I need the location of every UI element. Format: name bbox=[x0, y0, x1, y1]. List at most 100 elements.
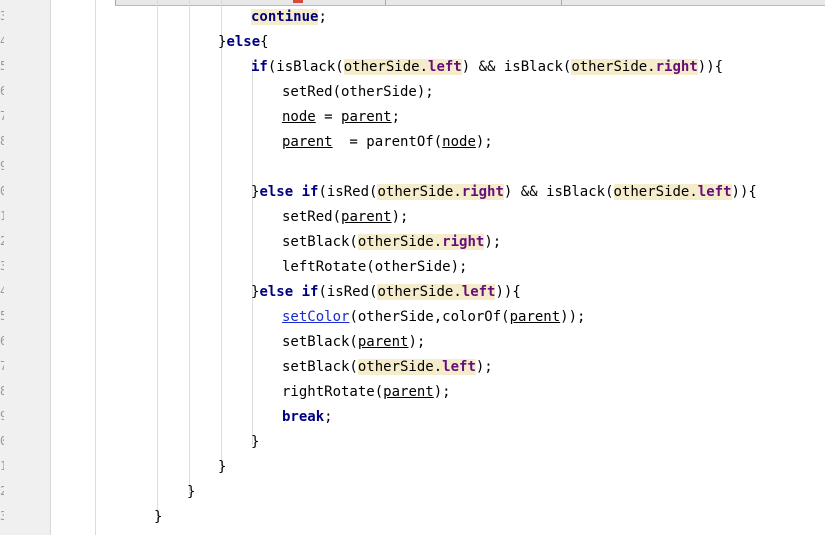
code-line[interactable]: setBlack(otherSide.right); bbox=[282, 232, 501, 252]
code-token: right bbox=[655, 59, 698, 75]
code-token: setRed(otherSide); bbox=[282, 84, 434, 100]
code-token: otherSide. bbox=[357, 359, 443, 375]
code-line[interactable]: node = parent; bbox=[282, 107, 400, 127]
line-number: 3 bbox=[0, 259, 4, 273]
code-token: otherSide. bbox=[613, 184, 698, 200]
code-token: ); bbox=[391, 209, 409, 225]
code-token: ; bbox=[391, 109, 401, 125]
code-token: left bbox=[697, 184, 732, 200]
code-token: ; bbox=[324, 409, 333, 425]
code-token: (isRed( bbox=[318, 284, 378, 300]
line-number: 2 bbox=[0, 234, 4, 248]
code-token: ); bbox=[475, 134, 493, 150]
code-token: setBlack( bbox=[282, 334, 358, 350]
code-token: setRed( bbox=[282, 209, 342, 225]
code-token: leftRotate(otherSide); bbox=[282, 259, 468, 275]
indent-guide bbox=[157, 0, 158, 520]
code-token: } bbox=[187, 484, 196, 500]
line-number: 8 bbox=[0, 134, 4, 148]
line-number: 0 bbox=[0, 434, 4, 448]
code-line[interactable]: setRed(otherSide); bbox=[282, 82, 434, 102]
line-number: 8 bbox=[0, 384, 4, 398]
line-number: 1 bbox=[0, 459, 4, 473]
code-line[interactable]: } bbox=[154, 507, 162, 527]
code-line[interactable]: break; bbox=[282, 407, 333, 427]
code-token: continue bbox=[251, 9, 319, 25]
indent-guide bbox=[221, 0, 222, 470]
code-token: setBlack( bbox=[282, 234, 358, 250]
code-token: otherSide. bbox=[571, 59, 656, 75]
code-token: (isBlack( bbox=[267, 59, 344, 75]
code-token: otherSide. bbox=[377, 284, 462, 300]
code-line[interactable]: } bbox=[187, 482, 195, 502]
code-token: ; bbox=[318, 9, 327, 25]
code-token: parent bbox=[383, 384, 434, 400]
code-token: )){ bbox=[731, 184, 757, 200]
line-number: 1 bbox=[0, 209, 4, 223]
code-editor[interactable]: continue;}else{if(isBlack(otherSide.left… bbox=[51, 0, 825, 535]
code-line[interactable]: setBlack(parent); bbox=[282, 332, 425, 352]
code-token: parent bbox=[509, 309, 561, 325]
code-token: parent bbox=[282, 134, 333, 150]
line-number: 5 bbox=[0, 59, 4, 73]
code-token: } bbox=[251, 434, 260, 450]
code-line[interactable]: rightRotate(parent); bbox=[282, 382, 451, 402]
code-token: node bbox=[282, 109, 316, 125]
code-token: left bbox=[428, 59, 462, 75]
line-number: 0 bbox=[0, 184, 4, 198]
code-token: else if bbox=[259, 284, 319, 300]
code-token: parent bbox=[341, 109, 392, 125]
indent-guide bbox=[95, 0, 96, 535]
code-token: setBlack( bbox=[282, 359, 358, 375]
code-token: ); bbox=[484, 234, 502, 250]
line-number: 3 bbox=[0, 9, 4, 23]
code-token: otherSide. bbox=[343, 59, 429, 75]
code-line[interactable]: parent = parentOf(node); bbox=[282, 132, 493, 152]
line-number: 7 bbox=[0, 359, 4, 373]
code-line[interactable]: continue; bbox=[251, 7, 327, 27]
code-token: right bbox=[442, 234, 485, 250]
code-token: setColor bbox=[282, 309, 350, 325]
code-token: rightRotate( bbox=[282, 384, 384, 400]
code-token: left bbox=[442, 359, 476, 375]
line-number: 7 bbox=[0, 109, 4, 123]
code-token: ) && isBlack( bbox=[503, 184, 614, 200]
code-token: )){ bbox=[495, 284, 521, 300]
code-line[interactable]: } bbox=[251, 432, 259, 452]
line-number: 3 bbox=[0, 509, 4, 523]
line-number: 5 bbox=[0, 309, 4, 323]
code-token: break bbox=[282, 409, 325, 425]
line-number: 2 bbox=[0, 484, 4, 498]
line-number: 4 bbox=[0, 34, 4, 48]
line-number: 9 bbox=[0, 409, 4, 423]
code-line[interactable]: leftRotate(otherSide); bbox=[282, 257, 467, 277]
code-line[interactable]: setRed(parent); bbox=[282, 207, 408, 227]
code-token: otherSide. bbox=[377, 184, 462, 200]
code-line[interactable]: }else if(isRed(otherSide.left)){ bbox=[251, 282, 521, 302]
code-token: (isRed( bbox=[318, 184, 378, 200]
line-number: 6 bbox=[0, 334, 4, 348]
code-line[interactable]: }else if(isRed(otherSide.right) && isBla… bbox=[251, 182, 757, 202]
code-token: } bbox=[218, 459, 227, 475]
code-token: ); bbox=[475, 359, 493, 375]
code-token: node bbox=[442, 134, 476, 150]
indent-guide bbox=[252, 60, 253, 445]
code-token: if bbox=[251, 59, 268, 75]
code-line[interactable]: setBlack(otherSide.left); bbox=[282, 357, 493, 377]
code-token: parent bbox=[357, 334, 409, 350]
code-line[interactable]: }else{ bbox=[218, 32, 269, 52]
code-token: = parentOf( bbox=[332, 134, 443, 150]
code-token: )){ bbox=[697, 59, 724, 75]
line-number: 6 bbox=[0, 84, 4, 98]
code-token: )); bbox=[560, 309, 586, 325]
code-token: ); bbox=[433, 384, 451, 400]
code-line[interactable]: } bbox=[218, 457, 226, 477]
code-token: ) && isBlack( bbox=[461, 59, 572, 75]
line-number-gutter[interactable]: 3 4 5 6 7 8 9 0 1 2 3 4 5 6 7 8 9 0 1 2 3 bbox=[0, 0, 51, 535]
code-token: (otherSide,colorOf( bbox=[349, 309, 510, 325]
code-line[interactable]: setColor(otherSide,colorOf(parent)); bbox=[282, 307, 585, 327]
code-line[interactable]: if(isBlack(otherSide.left) && isBlack(ot… bbox=[251, 57, 723, 77]
code-token: { bbox=[260, 34, 269, 50]
line-number: 9 bbox=[0, 159, 4, 173]
code-token: = bbox=[315, 109, 342, 125]
